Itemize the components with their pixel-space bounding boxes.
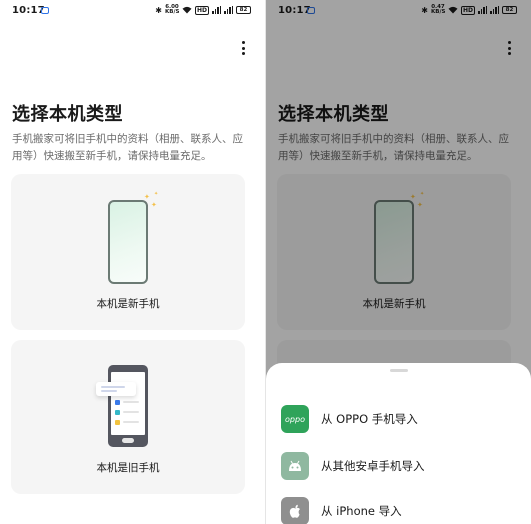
new-phone-label: 本机是新手机 xyxy=(96,298,160,310)
import-from-iphone-button[interactable]: 从 iPhone 导入 xyxy=(281,496,521,524)
hd-badge: HD xyxy=(194,5,209,15)
left-screen: 10:17 ✱ 6.00 KB/S HD 82 选择本机类型 手机搬家可将旧手机… xyxy=(0,0,265,524)
import-source-sheet: oppo 从 OPPO 手机导入 从其他安卓手机导入 从 iPhone 导入 xyxy=(266,363,531,524)
old-phone-illustration-icon xyxy=(108,365,148,447)
battery-icon: 82 xyxy=(236,6,251,14)
status-icons: ✱ 6.00 KB/S HD 82 xyxy=(155,4,251,15)
notification-icon xyxy=(41,7,49,14)
sheet-drag-handle[interactable] xyxy=(390,369,408,372)
bluetooth-icon: ✱ xyxy=(155,5,162,15)
status-time: 10:17 xyxy=(12,5,45,16)
new-phone-illustration-icon xyxy=(108,200,148,284)
wifi-icon xyxy=(182,6,192,14)
sparkle-icon: ✦ xyxy=(144,193,150,201)
import-from-android-button[interactable]: 从其他安卓手机导入 xyxy=(281,451,521,481)
oppo-logo-icon: oppo xyxy=(281,405,309,433)
import-from-android-label: 从其他安卓手机导入 xyxy=(321,459,425,473)
page-description: 手机搬家可将旧手机中的资料（相册、联系人、应用等）快速搬至新手机，请保持电量充足… xyxy=(12,133,243,162)
sparkle-icon: ✦ xyxy=(154,191,159,197)
signal-1-icon xyxy=(212,6,221,14)
right-screen: 10:17 ✱ 0.47 KB/S HD 82 选择本机类型 手机搬家可将旧手机… xyxy=(266,0,531,524)
old-phone-label: 本机是旧手机 xyxy=(96,462,160,474)
more-options-icon[interactable] xyxy=(239,41,247,55)
sparkle-icon: ✦ xyxy=(151,201,157,209)
net-speed: 6.00 KB/S xyxy=(164,4,180,15)
import-from-oppo-label: 从 OPPO 手机导入 xyxy=(321,412,418,426)
new-phone-option[interactable]: ✦ ✦ ✦ 本机是新手机 xyxy=(11,174,245,330)
status-bar: 10:17 ✱ 6.00 KB/S HD 82 xyxy=(0,0,265,22)
data-bubble-icon xyxy=(96,382,136,396)
import-from-iphone-label: 从 iPhone 导入 xyxy=(321,504,402,518)
page-title: 选择本机类型 xyxy=(12,104,123,125)
signal-2-icon xyxy=(224,6,233,14)
android-icon xyxy=(281,452,309,480)
import-from-oppo-button[interactable]: oppo 从 OPPO 手机导入 xyxy=(281,404,521,434)
old-phone-option[interactable]: 本机是旧手机 xyxy=(11,340,245,494)
apple-icon xyxy=(281,497,309,524)
